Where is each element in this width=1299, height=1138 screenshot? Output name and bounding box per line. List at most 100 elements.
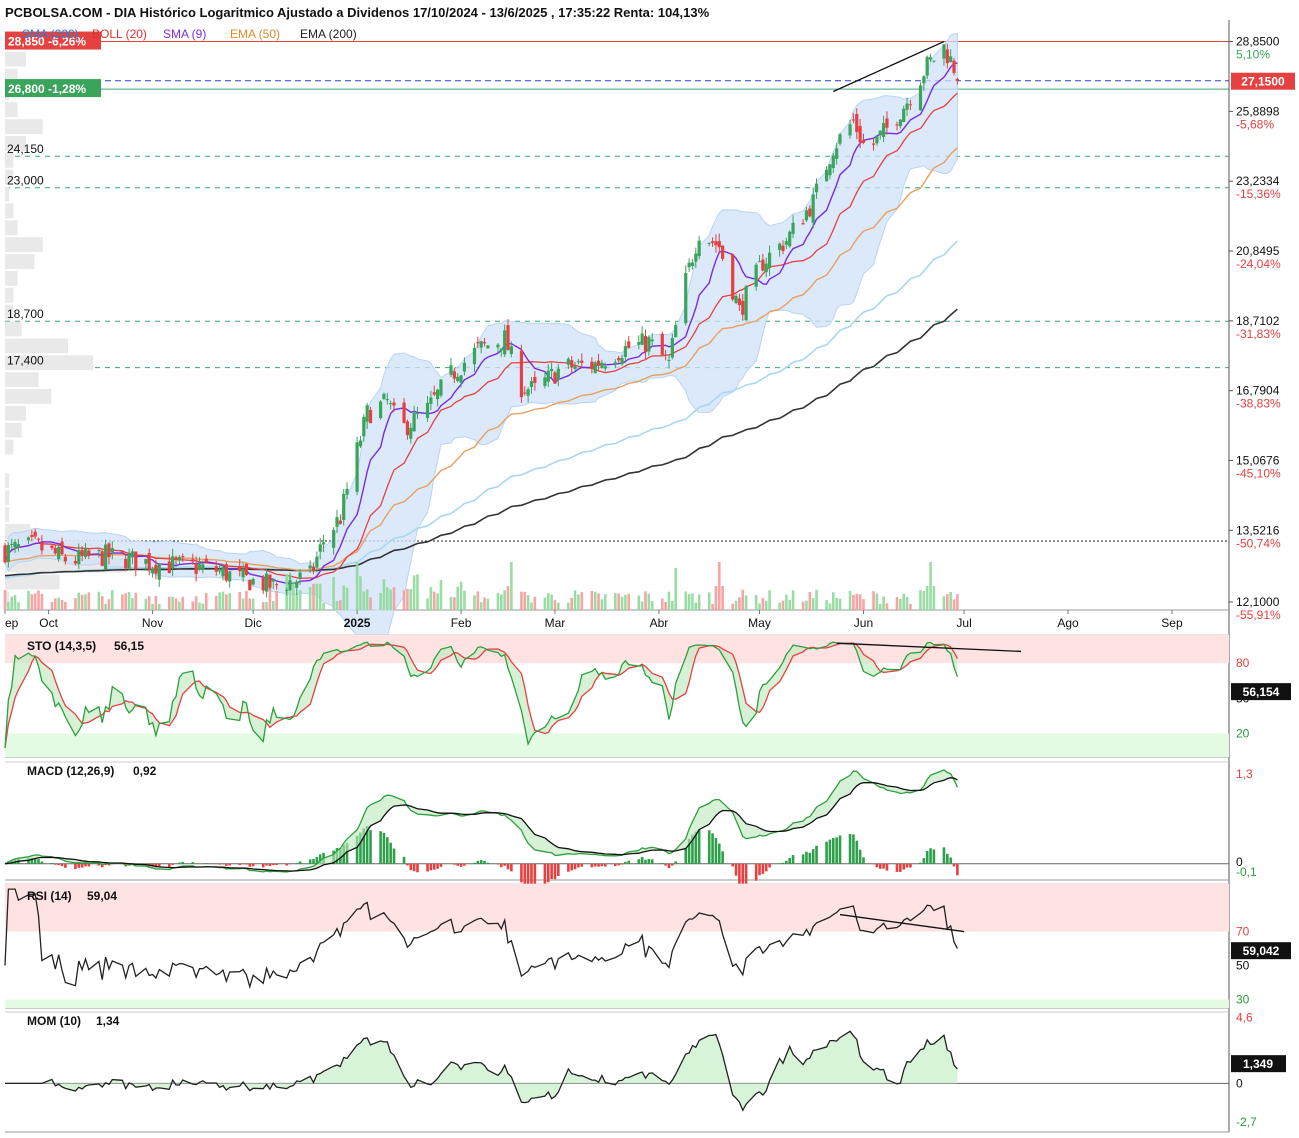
macd-histogram-bar: [697, 829, 701, 864]
volume-bar: [54, 598, 57, 610]
axis-price-label: 18,7102: [1236, 314, 1280, 328]
volume-bar: [500, 594, 503, 610]
volume-bar: [660, 598, 664, 610]
candle-body: [167, 561, 171, 574]
volume-profile-bar: [5, 186, 10, 202]
volume-bar: [473, 595, 476, 610]
macd-histogram-bar: [382, 832, 386, 864]
candle-body: [855, 113, 859, 132]
candle-body: [449, 365, 453, 375]
candle-body: [898, 119, 902, 127]
x-axis-label: Mar: [545, 616, 566, 630]
volume-bar: [523, 591, 527, 610]
x-axis-label: 2025: [344, 616, 371, 630]
volume-bar: [50, 601, 54, 610]
x-axis-label: Abr: [650, 616, 669, 630]
volume-bar: [949, 592, 952, 610]
macd-histogram-bar: [225, 863, 228, 866]
macd-label: MACD (12,26,9): [27, 764, 114, 778]
candle-body: [697, 240, 701, 257]
volume-bar: [385, 587, 389, 610]
volume-bar: [754, 594, 758, 610]
volume-bar: [741, 589, 745, 610]
macd-histogram-bar: [459, 863, 463, 867]
macd-histogram-bar: [543, 863, 547, 886]
volume-bar: [805, 600, 808, 610]
volume-bar: [875, 593, 879, 610]
macd-histogram-bar: [811, 849, 815, 864]
candle-body: [811, 194, 815, 223]
volume-profile-bar: [5, 372, 39, 388]
macd-histogram-bar: [77, 863, 81, 868]
candle-body: [714, 241, 718, 246]
volume-bar: [838, 598, 842, 610]
candle-body: [238, 566, 242, 572]
macd-histogram-bar: [496, 863, 500, 865]
volume-bar: [111, 590, 114, 610]
candle-body: [556, 368, 560, 380]
candle-body: [603, 366, 607, 369]
volume-bar: [764, 600, 768, 610]
macd-histogram-bar: [825, 841, 828, 864]
candle-body: [767, 252, 772, 269]
macd-histogram-bar: [379, 831, 382, 864]
candle-body: [368, 410, 373, 424]
rsi-level-label: 50: [1236, 959, 1250, 973]
volume-bar: [573, 590, 577, 610]
candle-body: [365, 405, 369, 422]
macd-histogram-bar: [952, 863, 956, 867]
volume-bar: [409, 589, 413, 610]
volume-bar: [768, 590, 771, 610]
candle-body: [942, 44, 946, 59]
candle-body: [204, 558, 208, 562]
candle-body: [16, 544, 21, 548]
candle-body: [26, 537, 31, 541]
macd-histogram-bar: [644, 859, 647, 864]
macd-histogram-bar: [801, 854, 805, 864]
volume-bar: [30, 594, 34, 610]
volume-bar: [74, 598, 77, 610]
x-axis-label: Feb: [451, 616, 472, 630]
volume-bar: [919, 590, 922, 610]
volume-bar: [339, 600, 342, 610]
volume-bar: [332, 576, 335, 610]
volume-bar: [57, 597, 60, 610]
volume-bar: [228, 593, 231, 610]
candle-body: [895, 124, 899, 126]
volume-bar: [218, 592, 221, 610]
volume-bar: [204, 592, 208, 610]
candle-body: [130, 551, 135, 558]
volume-bar: [614, 593, 617, 610]
macd-histogram-bar: [942, 847, 946, 864]
candle-body: [949, 56, 953, 63]
macd-histogram-bar: [168, 863, 171, 868]
axis-pct-label: -5,68%: [1236, 117, 1274, 131]
axis-pct-label: -55,91%: [1236, 608, 1281, 622]
macd-histogram-bar: [882, 863, 885, 869]
macd-histogram-bar: [221, 863, 225, 865]
macd-histogram-bar: [228, 863, 231, 866]
volume-bar: [308, 587, 312, 610]
macd-histogram-bar: [483, 860, 486, 864]
indicator-legend-item: EMA (200): [300, 27, 357, 41]
candle-body: [690, 262, 695, 267]
macd-histogram-bar: [620, 863, 624, 865]
macd-histogram-bar: [949, 857, 952, 864]
candle-body: [620, 357, 624, 365]
candle-body: [6, 545, 10, 562]
volume-bar: [946, 594, 949, 610]
volume-bar: [815, 589, 818, 610]
candle-body: [533, 377, 537, 384]
rsi-label: RSI (14): [27, 889, 72, 903]
volume-bar: [510, 562, 513, 610]
macd-histogram-bar: [667, 863, 671, 869]
candle-body: [687, 262, 691, 268]
macd-histogram-bar: [429, 863, 433, 871]
volume-bar: [97, 591, 101, 610]
candle-body: [781, 245, 785, 252]
volume-bar: [359, 576, 362, 610]
sto-tag-text: 56,154: [1243, 685, 1280, 699]
macd-histogram-bar: [878, 863, 882, 869]
candle-body: [627, 341, 631, 348]
x-axis-label: ep: [5, 616, 19, 630]
